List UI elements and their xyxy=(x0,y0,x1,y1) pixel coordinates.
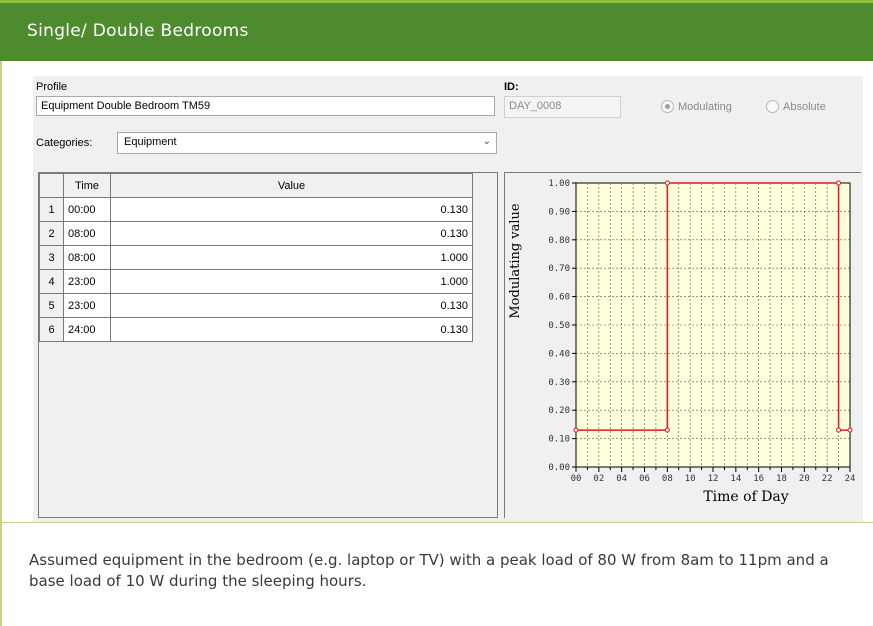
chevron-down-icon: ⌄ xyxy=(482,136,491,147)
y-tick-label: 0.40 xyxy=(548,349,570,359)
time-cell[interactable]: 24:00 xyxy=(63,317,111,342)
time-cell[interactable]: 23:00 xyxy=(63,269,111,294)
categories-selected-value: Equipment xyxy=(124,136,177,148)
x-tick-label: 14 xyxy=(730,474,741,484)
table-row[interactable]: 1 00:00 0.130 xyxy=(39,197,473,222)
row-number: 4 xyxy=(39,269,64,294)
x-tick-label: 12 xyxy=(708,474,719,484)
grid-header-rownum xyxy=(39,173,64,198)
y-tick-label: 0.10 xyxy=(548,435,570,445)
time-cell[interactable]: 08:00 xyxy=(63,245,111,270)
y-tick-label: 0.50 xyxy=(548,321,570,331)
profile-values-grid: Time Value 1 00:00 0.130 2 08:00 0.130 3… xyxy=(38,172,498,518)
table-row[interactable]: 2 08:00 0.130 xyxy=(39,221,473,246)
y-tick-label: 0.80 xyxy=(548,236,570,246)
data-point xyxy=(664,427,670,433)
time-cell[interactable]: 08:00 xyxy=(63,221,111,246)
value-cell[interactable]: 1.000 xyxy=(110,245,473,270)
row-number: 5 xyxy=(39,293,64,318)
x-tick-label: 04 xyxy=(616,474,627,484)
time-cell[interactable]: 00:00 xyxy=(63,197,111,222)
x-tick-label: 22 xyxy=(822,474,833,484)
value-cell[interactable]: 0.130 xyxy=(110,197,473,222)
x-tick-label: 02 xyxy=(593,474,604,484)
x-tick-label: 10 xyxy=(685,474,696,484)
y-tick-label: 0.90 xyxy=(548,207,570,217)
x-tick-label: 18 xyxy=(776,474,787,484)
grid-header-value: Value xyxy=(110,173,473,198)
profile-editor-panel: Profile Equipment Double Bedroom TM59 ID… xyxy=(33,76,863,522)
row-number: 6 xyxy=(39,317,64,342)
profile-label: Profile xyxy=(36,81,68,93)
grid-header-time: Time xyxy=(63,173,111,198)
divider xyxy=(2,522,873,523)
value-cell[interactable]: 0.130 xyxy=(110,221,473,246)
table-row[interactable]: 5 23:00 0.130 xyxy=(39,293,473,318)
x-tick-label: 20 xyxy=(799,474,810,484)
absolute-radio-label: Absolute xyxy=(783,100,826,113)
y-tick-label: 0.60 xyxy=(548,293,570,303)
page-header: Single/ Double Bedrooms xyxy=(0,0,873,61)
table-row[interactable]: 6 24:00 0.130 xyxy=(39,317,473,342)
row-number: 2 xyxy=(39,221,64,246)
modulating-radio[interactable]: Modulating xyxy=(661,100,732,113)
value-cell[interactable]: 0.130 xyxy=(110,293,473,318)
y-tick-label: 0.00 xyxy=(548,463,570,473)
data-point xyxy=(836,180,842,186)
profile-chart-container: 0.00 0.10 0.20 0.30 0.40 0.50 0.60 0.70 0.80 0.90… xyxy=(504,172,861,518)
data-point xyxy=(836,427,842,433)
categories-select[interactable]: Equipment ⌄ xyxy=(117,132,497,154)
y-tick-label: 1.00 xyxy=(548,179,570,189)
x-tick-label: 06 xyxy=(639,474,650,484)
modulating-radio-label: Modulating xyxy=(678,100,732,113)
data-point xyxy=(573,427,579,433)
value-cell[interactable]: 1.000 xyxy=(110,269,473,294)
x-tick-label: 00 xyxy=(571,474,582,484)
x-axis-label: Time of Day xyxy=(703,489,788,505)
table-row[interactable]: 3 08:00 1.000 xyxy=(39,245,473,270)
y-tick-label: 0.20 xyxy=(548,406,570,416)
profile-name-input[interactable]: Equipment Double Bedroom TM59 xyxy=(36,96,495,116)
value-cell[interactable]: 0.130 xyxy=(110,317,473,342)
data-point xyxy=(847,427,853,433)
x-tick-label: 16 xyxy=(753,474,764,484)
id-label: ID: xyxy=(504,81,519,93)
profile-chart: 0.00 0.10 0.20 0.30 0.40 0.50 0.60 0.70 0.80 0.90… xyxy=(508,179,856,505)
time-cell[interactable]: 23:00 xyxy=(63,293,111,318)
y-axis-label: Modulating value xyxy=(508,203,523,319)
row-number: 3 xyxy=(39,245,64,270)
y-tick-label: 0.70 xyxy=(548,264,570,274)
categories-label: Categories: xyxy=(36,137,93,149)
radio-unselected-icon xyxy=(766,100,779,113)
row-number: 1 xyxy=(39,197,64,222)
x-tick-label: 08 xyxy=(662,474,673,484)
page-body: Profile Equipment Double Bedroom TM59 ID… xyxy=(0,61,873,626)
absolute-radio[interactable]: Absolute xyxy=(766,100,826,113)
table-row[interactable]: 4 23:00 1.000 xyxy=(39,269,473,294)
description-text: Assumed equipment in the bedroom (e.g. l… xyxy=(29,551,829,590)
page-title: Single/ Double Bedrooms xyxy=(27,21,249,41)
y-tick-label: 0.30 xyxy=(548,378,570,388)
id-field: DAY_0008 xyxy=(504,96,621,118)
x-tick-label: 24 xyxy=(845,474,856,484)
data-point xyxy=(664,180,670,186)
radio-selected-icon xyxy=(661,100,674,113)
